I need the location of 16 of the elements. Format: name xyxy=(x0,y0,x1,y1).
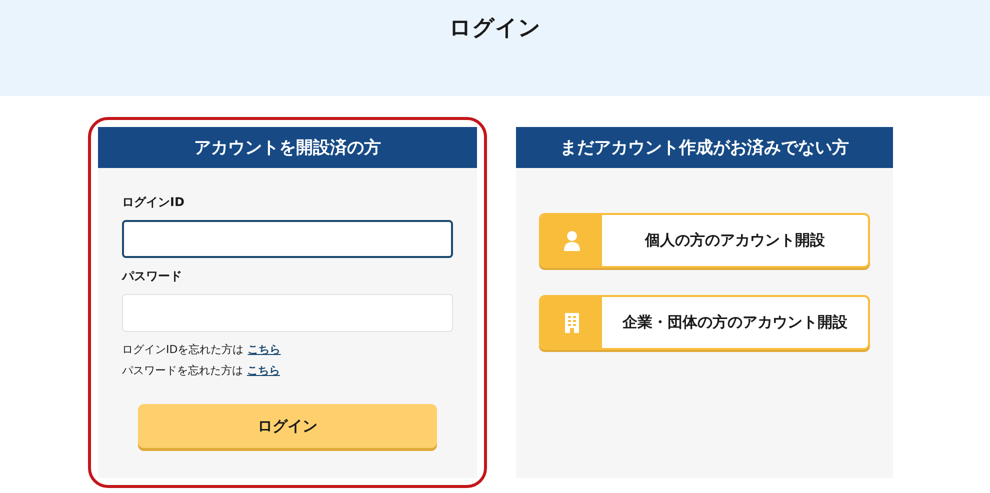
card-header: アカウントを開設済の方 xyxy=(98,127,477,168)
login-id-field[interactable] xyxy=(122,220,453,258)
field-label: パスワード xyxy=(122,268,183,285)
help-link[interactable]: こちら xyxy=(247,364,280,377)
signup-option-button[interactable]: 企業・団体の方のアカウント開設 xyxy=(539,295,870,350)
help-text: パスワードを忘れた方は こちら xyxy=(122,363,281,378)
page-title: ログイン xyxy=(449,15,541,43)
card-header: まだアカウント作成がお済みでない方 xyxy=(516,127,893,168)
signup-option-button[interactable]: 個人の方のアカウント開設 xyxy=(539,213,870,268)
login-button[interactable]: ログイン xyxy=(138,404,437,448)
help-link[interactable]: こちら xyxy=(248,343,281,356)
person-icon xyxy=(562,230,580,252)
help-text: ログインIDを忘れた方は こちら xyxy=(122,342,282,357)
building-icon xyxy=(564,312,580,334)
password-field[interactable] xyxy=(122,294,453,332)
field-label: ログインID xyxy=(122,194,186,211)
